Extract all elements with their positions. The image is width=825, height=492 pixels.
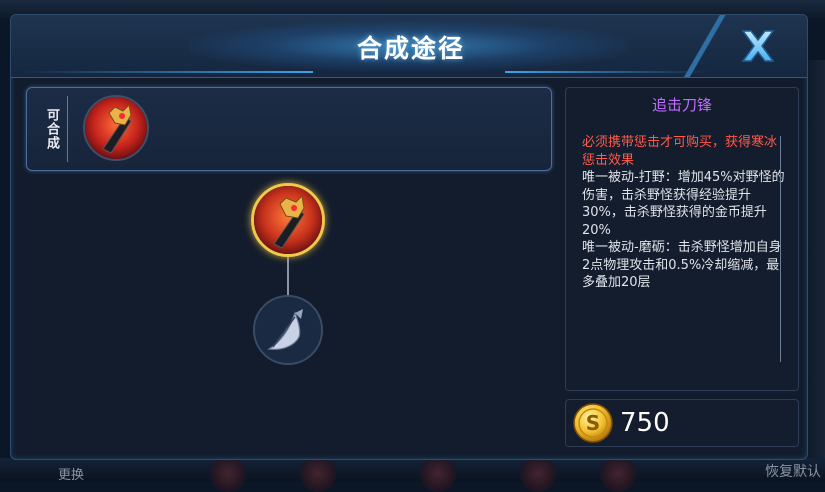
close-button[interactable] <box>733 25 783 69</box>
synthesizable-label: 可合成 <box>35 96 68 162</box>
chasing-blade-icon[interactable] <box>251 183 325 257</box>
svg-text:S: S <box>586 411 600 435</box>
item-artwork <box>255 297 321 363</box>
close-x-icon <box>741 30 775 62</box>
description-scrollbar[interactable] <box>780 136 781 362</box>
passive-effect-sharpen: 唯一被动-磨砺：击杀野怪增加自身2点物理攻击和0.5%冷却缩减，最多叠加20层 <box>582 240 782 290</box>
hunting-blade-icon[interactable] <box>253 295 323 365</box>
passive-effect-jungle: 唯一被动-打野：增加45%对野怪的伤害，击杀野怪获得经验提升30%，击杀野怪获得… <box>582 170 785 238</box>
purchase-requirement: 必须携带惩击才可购买，获得寒冰惩击效果 <box>582 135 778 168</box>
chasing-blade-crimson-icon[interactable] <box>83 95 149 161</box>
item-name: 追击刀锋 <box>651 96 712 114</box>
header-accent-line <box>505 71 705 73</box>
synthesis-path-dialog: 合成途径 可合成 追击刀锋 必须携带惩击才可购买，获得寒冰惩击效果 唯一被动-打… <box>10 14 808 460</box>
background-item-slot <box>600 456 636 492</box>
background-right-edge <box>808 60 825 458</box>
background-item-slot <box>420 456 456 492</box>
synthesizable-items-row: 可合成 <box>26 87 552 171</box>
dialog-header: 合成途径 <box>11 15 807 78</box>
item-description-panel: 追击刀锋 必须携带惩击才可购买，获得寒冰惩击效果 唯一被动-打野：增加45%对野… <box>565 87 799 391</box>
background-restore-default-button: 恢复默认 <box>765 464 821 480</box>
background-change-button: 更换 <box>58 468 85 483</box>
background-item-slot <box>210 456 246 492</box>
background-item-slot <box>520 456 556 492</box>
background-bottom-bar <box>0 458 825 482</box>
item-artwork <box>85 97 147 159</box>
item-price: 750 <box>620 408 670 438</box>
dialog-title: 合成途径 <box>356 34 465 63</box>
tree-connector-line <box>287 257 289 295</box>
background-item-slot <box>300 456 336 492</box>
header-accent-line <box>23 71 313 73</box>
price-panel: S 750 <box>565 399 799 447</box>
item-description: 必须携带惩击才可购买，获得寒冰惩击效果 唯一被动-打野：增加45%对野怪的伤害，… <box>582 134 786 292</box>
item-artwork <box>254 186 322 254</box>
header-decoration <box>681 15 741 77</box>
gold-coin-icon: S <box>573 403 613 443</box>
